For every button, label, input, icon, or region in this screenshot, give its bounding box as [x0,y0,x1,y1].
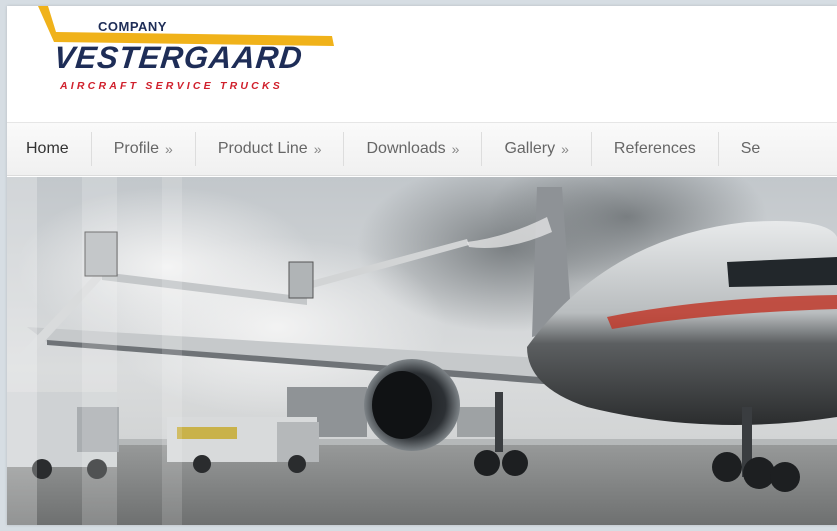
deicing-aircraft-photo-icon [7,177,837,525]
nav-item-truncated[interactable]: Se [719,132,783,166]
nav-label-gallery: Gallery [504,140,556,157]
main-nav: Home Profile » Product Line » Downloads … [7,122,837,176]
nav-label-truncated: Se [740,140,761,157]
nav-label-downloads: Downloads [366,140,446,157]
nav-label-product-line: Product Line [217,140,308,157]
hero-banner [7,177,837,525]
nav-item-gallery[interactable]: Gallery » [482,132,592,166]
nav-item-home[interactable]: Home [7,132,92,166]
nav-item-downloads[interactable]: Downloads » [344,132,483,166]
nav-item-product-line[interactable]: Product Line » [196,132,345,166]
submenu-arrow-icon: » [451,141,460,157]
page-frame: COMPANY VESTERGAARD AIRCRAFT SERVICE TRU… [7,6,837,525]
submenu-arrow-icon: » [561,141,569,157]
submenu-arrow-icon: » [165,141,173,157]
nav-label-references: References [613,140,696,157]
logo-company-text: COMPANY [98,19,167,34]
logo-tagline-text: AIRCRAFT SERVICE TRUCKS [60,80,283,92]
nav-label-home: Home [26,140,69,157]
nav-item-references[interactable]: References [592,132,719,166]
nav-item-profile[interactable]: Profile » [92,132,196,166]
submenu-arrow-icon: » [313,141,322,157]
site-header: COMPANY VESTERGAARD AIRCRAFT SERVICE TRU… [7,6,837,122]
logo-name-text: VESTERGAARD [52,40,305,75]
company-logo[interactable]: COMPANY VESTERGAARD AIRCRAFT SERVICE TRU… [32,6,342,106]
nav-label-profile: Profile [113,140,160,157]
